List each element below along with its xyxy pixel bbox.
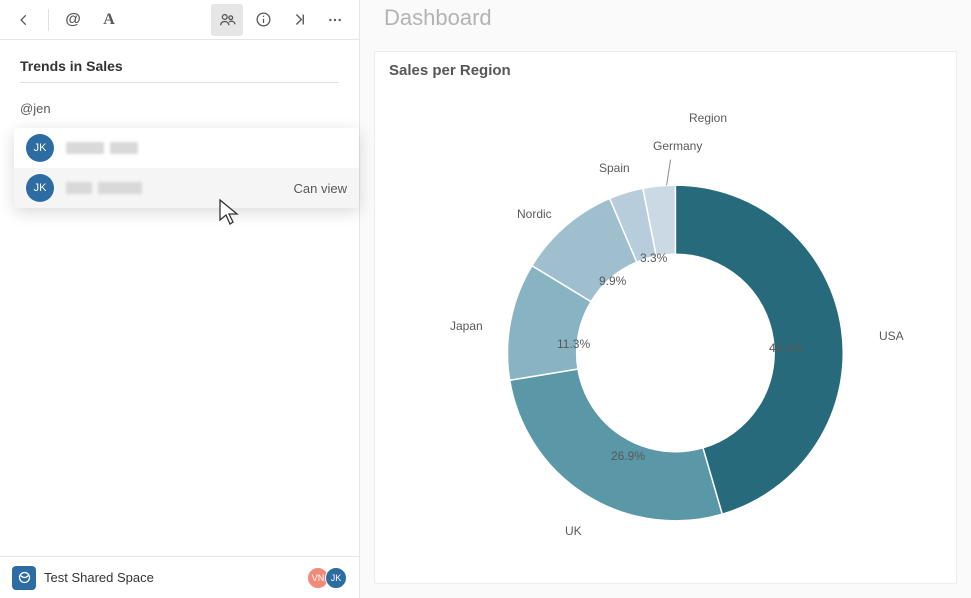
slice-pct-uk: 26.9% <box>611 449 645 463</box>
page-title: Dashboard <box>384 5 492 31</box>
slice-label-usa: USA <box>879 329 904 343</box>
notes-toolbar: @ A <box>0 0 359 40</box>
slice-pct-spain: 3.3% <box>640 251 667 265</box>
main-content: Dashboard Sales per Region Region USA UK… <box>360 0 971 598</box>
avatar: JK <box>26 174 54 202</box>
space-footer: Test Shared Space VN JK <box>0 556 359 598</box>
text-format-button[interactable]: A <box>93 4 125 36</box>
redacted-name <box>66 182 142 194</box>
mention-suggestions: JK JK Can view <box>14 128 359 208</box>
note-title: Trends in Sales <box>20 58 339 83</box>
notes-panel: @ A <box>0 0 360 598</box>
slice-label-nordic: Nordic <box>517 207 552 221</box>
legend-title: Region <box>689 111 727 125</box>
space-name[interactable]: Test Shared Space <box>44 570 154 585</box>
leader-line <box>667 160 671 186</box>
space-members[interactable]: VN JK <box>311 567 347 589</box>
mention-input[interactable]: @jen <box>20 101 339 116</box>
donut-chart[interactable]: Region USA UK Japan Nordic Spain Germany… <box>389 79 942 568</box>
separator <box>48 9 49 31</box>
back-button[interactable] <box>8 4 40 36</box>
redacted-name <box>66 142 138 154</box>
chart-card: Sales per Region Region USA UK Japan Nor… <box>374 51 957 584</box>
slice-label-uk: UK <box>565 524 582 538</box>
mention-button[interactable]: @ <box>57 4 89 36</box>
slice-label-japan: Japan <box>450 319 483 333</box>
mention-suggestion-item[interactable]: JK Can view <box>14 168 359 208</box>
mention-suggestion-item[interactable]: JK <box>14 128 359 168</box>
share-people-button[interactable] <box>211 4 243 36</box>
slice-pct-usa: 45.5% <box>769 341 803 355</box>
slice-label-germany: Germany <box>653 139 702 153</box>
slice-label-spain: Spain <box>599 161 630 175</box>
slice-pct-nordic: 9.9% <box>599 274 626 288</box>
slice-pct-japan: 11.3% <box>557 337 590 351</box>
member-avatar: JK <box>325 567 347 589</box>
info-button[interactable] <box>247 4 279 36</box>
avatar: JK <box>26 134 54 162</box>
chart-title: Sales per Region <box>389 62 942 79</box>
more-options-button[interactable] <box>319 4 351 36</box>
permission-label: Can view <box>294 181 347 196</box>
space-icon <box>12 566 36 590</box>
donut-slice-uk[interactable] <box>510 369 722 521</box>
go-to-end-button[interactable] <box>283 4 315 36</box>
